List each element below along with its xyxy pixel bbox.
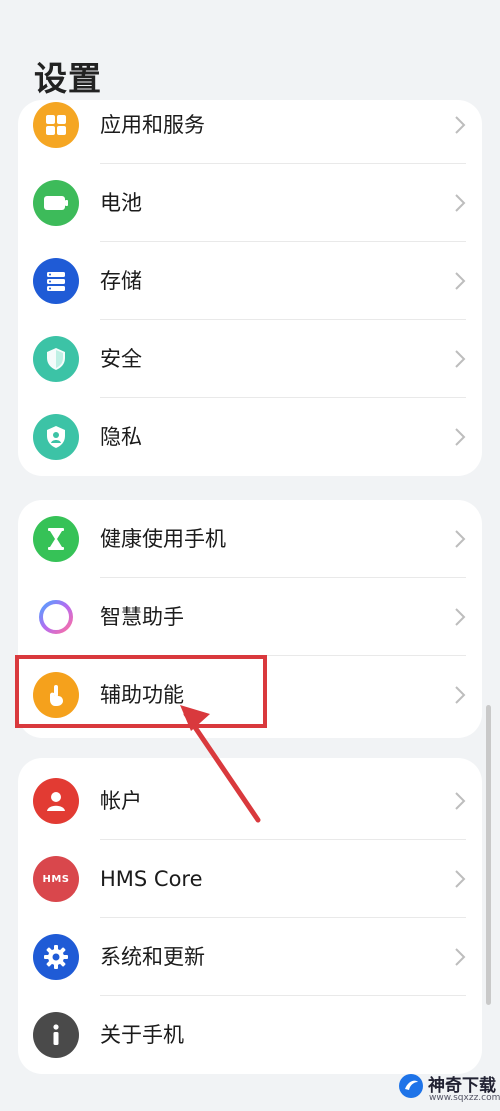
settings-item-label: 电池 [100, 191, 142, 215]
settings-item-label: 存储 [100, 269, 142, 293]
settings-item-about-phone[interactable]: 关于手机 [18, 996, 482, 1074]
settings-item-battery[interactable]: 电池 [18, 164, 482, 242]
settings-item-account[interactable]: 帐户 [18, 762, 482, 840]
chevron-right-icon [455, 272, 466, 290]
settings-item-label: 安全 [100, 347, 142, 371]
settings-item-system-update[interactable]: 系统和更新 [18, 918, 482, 996]
scrollbar[interactable] [486, 705, 491, 1005]
settings-item-label: 关于手机 [100, 1023, 184, 1047]
settings-item-label: 智慧助手 [100, 605, 184, 629]
chevron-right-icon [455, 530, 466, 548]
settings-item-digital-balance[interactable]: 健康使用手机 [18, 500, 482, 578]
settings-item-label: 健康使用手机 [100, 527, 226, 551]
settings-item-storage[interactable]: 存储 [18, 242, 482, 320]
shield-icon [33, 336, 79, 382]
settings-item-privacy[interactable]: 隐私 [18, 398, 482, 476]
storage-icon [33, 258, 79, 304]
watermark-logo-icon [399, 1074, 423, 1098]
settings-item-label: HMS Core [100, 867, 203, 891]
settings-item-smart-assistant[interactable]: 智慧助手 [18, 578, 482, 656]
apps-icon [33, 102, 79, 148]
account-icon [33, 778, 79, 824]
hms-icon: HMS [33, 856, 79, 902]
assistant-ring-icon [33, 594, 79, 640]
chevron-right-icon [455, 948, 466, 966]
settings-item-security[interactable]: 安全 [18, 320, 482, 398]
chevron-right-icon [455, 194, 466, 212]
chevron-right-icon [455, 686, 466, 704]
settings-item-label: 应用和服务 [100, 113, 205, 137]
chevron-right-icon [455, 116, 466, 134]
watermark: 神奇下载 www.sqxzz.com [398, 1070, 500, 1108]
battery-icon [33, 180, 79, 226]
info-icon [33, 1012, 79, 1058]
settings-group-1: 应用和服务 电池 存储 安全 隐私 [18, 100, 482, 476]
settings-item-label: 系统和更新 [100, 945, 205, 969]
gear-icon [33, 934, 79, 980]
settings-group-3: 帐户 HMS HMS Core 系统和更新 关于手机 [18, 758, 482, 1074]
chevron-right-icon [455, 792, 466, 810]
chevron-right-icon [455, 350, 466, 368]
settings-item-apps-services[interactable]: 应用和服务 [18, 100, 482, 164]
hms-icon-text: HMS [42, 873, 70, 885]
chevron-right-icon [455, 428, 466, 446]
watermark-url: www.sqxzz.com [429, 1093, 500, 1103]
hourglass-icon [33, 516, 79, 562]
chevron-right-icon [455, 608, 466, 626]
annotation-highlight-box [15, 655, 267, 728]
settings-item-label: 帐户 [100, 789, 142, 813]
page-title: 设置 [34, 59, 102, 98]
chevron-right-icon [455, 870, 466, 888]
settings-item-label: 隐私 [100, 425, 142, 449]
settings-item-hms-core[interactable]: HMS HMS Core [18, 840, 482, 918]
privacy-icon [33, 414, 79, 460]
